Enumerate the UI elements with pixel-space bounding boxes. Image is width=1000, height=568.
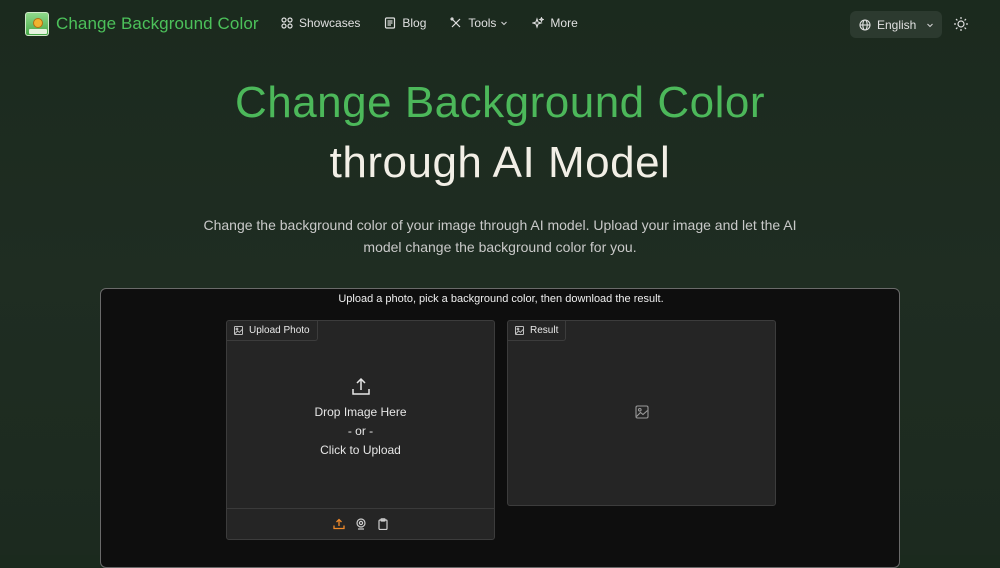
image-icon: [515, 326, 524, 335]
globe-icon: [859, 18, 871, 31]
result-label: Result: [530, 325, 559, 336]
nav-item-tools[interactable]: Tools: [450, 16, 508, 30]
upload-icon: [351, 377, 370, 395]
nav-item-label: More: [550, 16, 578, 30]
clipboard-source-button[interactable]: [377, 518, 389, 530]
upload-photo-tab: Upload Photo: [227, 321, 318, 341]
chevron-down-icon: [501, 21, 508, 26]
or-text: - or -: [347, 424, 374, 438]
nav-menu: Showcases Blog Tools More: [281, 16, 602, 30]
upload-source-button[interactable]: [332, 518, 345, 530]
image-icon: [234, 326, 243, 335]
sun-icon: [954, 17, 968, 31]
webcam-source-button[interactable]: [355, 518, 367, 530]
brand-title: Change Background Color: [56, 14, 259, 33]
tool-caption: Upload a photo, pick a background color,…: [338, 293, 664, 305]
tool-panel: Upload a photo, pick a background color,…: [100, 288, 900, 568]
hero-title-line2: through AI Model: [329, 138, 671, 187]
language-selector[interactable]: English: [850, 11, 942, 38]
brand-link[interactable]: Change Background Color: [25, 12, 259, 36]
upload-source-bar: [227, 508, 494, 539]
drop-area[interactable]: Drop Image Here - or - Click to Upload: [227, 377, 494, 460]
chevron-down-icon: [927, 23, 934, 27]
nav-item-label: Showcases: [299, 16, 361, 30]
image-placeholder-icon: [635, 405, 649, 419]
landscape-logo-icon: [25, 12, 49, 36]
tools-icon: [450, 17, 461, 28]
nav-item-blog[interactable]: Blog: [384, 16, 426, 30]
upload-icon: [332, 518, 345, 530]
sparkle-icon: [532, 17, 545, 29]
hero-title-line1: Change Background Color: [234, 78, 766, 127]
result-panel: Result: [507, 320, 776, 506]
grid-icon: [281, 17, 293, 29]
result-tab: Result: [508, 321, 567, 341]
nav-item-label: Blog: [402, 16, 427, 30]
upload-photo-label: Upload Photo: [249, 325, 310, 336]
nav-item-label: Tools: [468, 16, 497, 30]
upload-dropzone[interactable]: Upload Photo Drop Image Here - or - Clic…: [226, 320, 495, 540]
top-navbar: Change Background Color Showcases Blog T…: [0, 0, 1000, 48]
document-icon: [385, 17, 396, 29]
language-label: English: [877, 17, 917, 32]
hero-subtitle: Change the background color of your imag…: [203, 217, 797, 255]
nav-item-more[interactable]: More: [532, 16, 578, 30]
theme-toggle-button[interactable]: [953, 16, 969, 37]
webcam-icon: [355, 518, 366, 530]
click-to-upload-text: Click to Upload: [320, 443, 401, 457]
drop-image-text: Drop Image Here: [314, 405, 407, 419]
nav-item-showcases[interactable]: Showcases: [281, 16, 360, 30]
clipboard-icon: [377, 518, 388, 530]
